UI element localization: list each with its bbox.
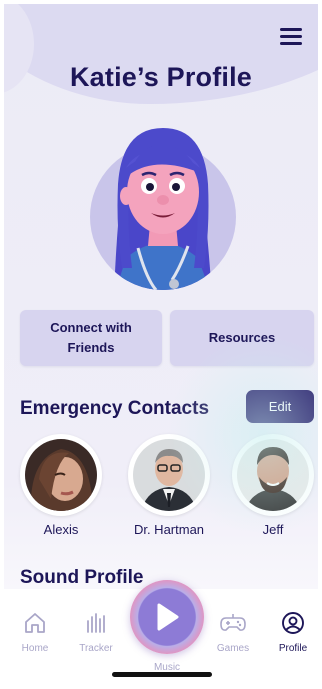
- home-indicator-bar: [112, 672, 212, 677]
- contact-card[interactable]: Dr. Hartman: [124, 434, 214, 537]
- contact-card[interactable]: Jeff: [230, 434, 316, 537]
- contact-photo-alexis: [25, 439, 97, 511]
- edit-contacts-button[interactable]: Edit: [246, 390, 314, 423]
- contact-card[interactable]: Alexis: [16, 434, 106, 537]
- contact-avatar: [20, 434, 102, 516]
- nav-item-home[interactable]: Home: [10, 611, 60, 654]
- gamepad-icon: [220, 614, 246, 631]
- contact-avatar: [128, 434, 210, 516]
- connect-with-friends-button[interactable]: Connect with Friends: [20, 310, 162, 366]
- connect-with-friends-label: Connect with Friends: [50, 320, 132, 355]
- hamburger-menu-icon[interactable]: [280, 28, 302, 46]
- nav-item-profile[interactable]: Profile: [268, 611, 318, 654]
- emergency-contacts-heading: Emergency Contacts: [20, 398, 210, 419]
- nav-item-tracker[interactable]: Tracker: [71, 611, 121, 654]
- resources-button[interactable]: Resources: [170, 310, 314, 366]
- nav-label-games: Games: [216, 643, 250, 654]
- page-title: Katie’s Profile: [69, 62, 253, 92]
- nav-label-home: Home: [21, 643, 49, 654]
- contact-photo-dr-hartman: [133, 439, 205, 511]
- tracker-bars-icon: [87, 613, 105, 633]
- nav-label-profile: Profile: [278, 643, 308, 654]
- profile-avatar[interactable]: [86, 118, 238, 296]
- resources-label: Resources: [208, 330, 276, 345]
- contact-name: Dr. Hartman: [133, 522, 205, 537]
- sound-profile-heading: Sound Profile: [20, 567, 144, 588]
- nav-label-tracker: Tracker: [79, 643, 113, 654]
- nav-item-games[interactable]: Games: [208, 611, 258, 654]
- contact-name: Alexis: [43, 522, 79, 537]
- contact-avatar: [232, 434, 314, 516]
- contact-name: Jeff: [262, 522, 284, 537]
- play-icon: [157, 603, 179, 631]
- user-circle-icon: [282, 612, 304, 634]
- contact-photo-jeff: [237, 439, 309, 511]
- character-avatar-illustration: [114, 128, 212, 290]
- home-icon: [25, 613, 45, 633]
- music-play-button[interactable]: [130, 580, 204, 654]
- profile-screen: Katie’s Profile Connect with Friends Res…: [4, 4, 318, 685]
